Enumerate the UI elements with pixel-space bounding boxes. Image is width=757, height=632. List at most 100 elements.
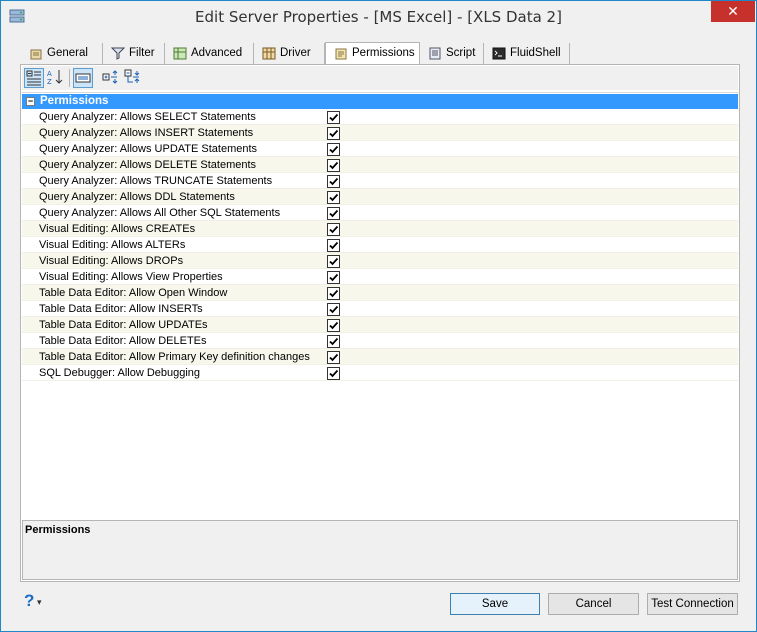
permission-checkbox[interactable]: [327, 207, 340, 220]
property-grid-toolbar: AZ: [22, 66, 738, 90]
permission-checkbox[interactable]: [327, 239, 340, 252]
collapse-all-icon: [124, 69, 140, 83]
tab-permissions[interactable]: Permissions: [325, 42, 420, 65]
tab-fluidshell[interactable]: FluidShell: [484, 43, 570, 64]
permission-checkbox[interactable]: [327, 335, 340, 348]
fluidshell-icon: [492, 47, 506, 60]
title-bar[interactable]: Edit Server Properties - [MS Excel] - [X…: [1, 1, 756, 33]
tab-bar: General Filter Advanced Driver Permissio…: [21, 42, 739, 65]
checkmark-icon: [329, 225, 339, 234]
tab-label: Advanced: [191, 47, 243, 59]
property-row[interactable]: Table Data Editor: Allow INSERTs: [22, 301, 738, 317]
toolbar-separator: [69, 69, 70, 87]
property-row[interactable]: Visual Editing: Allows CREATEs: [22, 221, 738, 237]
sort-alphabetical-button[interactable]: AZ: [46, 68, 66, 88]
property-row[interactable]: Query Analyzer: Allows TRUNCATE Statemen…: [22, 173, 738, 189]
property-row[interactable]: Table Data Editor: Allow Open Window: [22, 285, 738, 301]
property-row[interactable]: SQL Debugger: Allow Debugging: [22, 365, 738, 381]
tab-label: Driver: [280, 47, 311, 59]
property-row[interactable]: Query Analyzer: Allows DDL Statements: [22, 189, 738, 205]
permission-checkbox[interactable]: [327, 159, 340, 172]
property-pages-button[interactable]: [73, 68, 93, 88]
property-row[interactable]: Table Data Editor: Allow DELETEs: [22, 333, 738, 349]
property-name: Query Analyzer: Allows DELETE Statements: [39, 159, 257, 171]
property-grid: − Permissions Query Analyzer: Allows SEL…: [22, 92, 738, 518]
permission-checkbox[interactable]: [327, 175, 340, 188]
permission-checkbox[interactable]: [327, 127, 340, 140]
property-row[interactable]: Query Analyzer: Allows INSERT Statements: [22, 125, 738, 141]
tab-label: Script: [446, 47, 476, 59]
property-name: Query Analyzer: Allows TRUNCATE Statemen…: [39, 175, 273, 187]
tab-label: General: [47, 47, 88, 59]
property-row[interactable]: Table Data Editor: Allow UPDATEs: [22, 317, 738, 333]
permission-checkbox[interactable]: [327, 319, 340, 332]
test-connection-button[interactable]: Test Connection: [647, 593, 738, 615]
property-row[interactable]: Table Data Editor: Allow Primary Key def…: [22, 349, 738, 365]
script-icon: [429, 47, 441, 60]
permission-checkbox[interactable]: [327, 191, 340, 204]
checkmark-icon: [329, 113, 339, 122]
tab-general[interactable]: General: [21, 43, 103, 64]
property-row[interactable]: Query Analyzer: Allows All Other SQL Sta…: [22, 205, 738, 221]
permission-checkbox[interactable]: [327, 223, 340, 236]
tab-label: Permissions: [352, 47, 415, 59]
checkmark-icon: [329, 209, 339, 218]
property-name: Query Analyzer: Allows SELECT Statements: [39, 111, 256, 123]
checkmark-icon: [329, 289, 339, 298]
cancel-button[interactable]: Cancel: [548, 593, 639, 615]
permission-checkbox[interactable]: [327, 367, 340, 380]
expand-all-button[interactable]: [101, 68, 121, 88]
svg-text:A: A: [47, 70, 52, 78]
checkmark-icon: [329, 257, 339, 266]
save-button[interactable]: Save: [450, 593, 540, 615]
close-button[interactable]: ✕: [711, 1, 755, 22]
property-name: SQL Debugger: Allow Debugging: [39, 367, 201, 379]
permission-checkbox[interactable]: [327, 255, 340, 268]
checkmark-icon: [329, 241, 339, 250]
checkmark-icon: [329, 129, 339, 138]
property-row[interactable]: Query Analyzer: Allows UPDATE Statements: [22, 141, 738, 157]
advanced-icon: [173, 47, 187, 60]
collapse-all-button[interactable]: [123, 68, 143, 88]
checkmark-icon: [329, 305, 339, 314]
permission-checkbox[interactable]: [327, 303, 340, 316]
property-row[interactable]: Query Analyzer: Allows DELETE Statements: [22, 157, 738, 173]
property-name: Table Data Editor: Allow Primary Key def…: [39, 351, 310, 363]
checkmark-icon: [329, 273, 339, 282]
tab-driver[interactable]: Driver: [254, 43, 325, 64]
checkmark-icon: [329, 369, 339, 378]
property-row[interactable]: Visual Editing: Allows ALTERs: [22, 237, 738, 253]
checkmark-icon: [329, 337, 339, 346]
property-name: Visual Editing: Allows CREATEs: [39, 223, 196, 235]
property-row[interactable]: Visual Editing: Allows DROPs: [22, 253, 738, 269]
property-name: Visual Editing: Allows DROPs: [39, 255, 184, 267]
permission-checkbox[interactable]: [327, 287, 340, 300]
tab-filter[interactable]: Filter: [103, 43, 165, 64]
svg-text:Z: Z: [47, 78, 52, 86]
tab-label: Filter: [129, 47, 155, 59]
property-name: Query Analyzer: Allows INSERT Statements: [39, 127, 254, 139]
collapse-toggle-icon[interactable]: −: [26, 97, 35, 106]
category-row-permissions[interactable]: − Permissions: [22, 94, 738, 109]
permission-checkbox[interactable]: [327, 271, 340, 284]
property-row[interactable]: Visual Editing: Allows View Properties: [22, 269, 738, 285]
property-name: Query Analyzer: Allows UPDATE Statements: [39, 143, 258, 155]
sort-az-icon: AZ: [47, 70, 63, 86]
tab-script[interactable]: Script: [420, 43, 484, 64]
category-label: Permissions: [40, 95, 109, 107]
help-button[interactable]: ? ▾: [23, 591, 49, 611]
property-name: Visual Editing: Allows View Properties: [39, 271, 223, 283]
tab-advanced[interactable]: Advanced: [165, 43, 254, 64]
categorized-button[interactable]: [24, 68, 44, 88]
property-row[interactable]: Query Analyzer: Allows SELECT Statements: [22, 109, 738, 125]
property-name: Query Analyzer: Allows DDL Statements: [39, 191, 235, 203]
permission-checkbox[interactable]: [327, 351, 340, 364]
permission-checkbox[interactable]: [327, 111, 340, 124]
permission-checkbox[interactable]: [327, 143, 340, 156]
property-name: Table Data Editor: Allow INSERTs: [39, 303, 203, 315]
property-name: Table Data Editor: Allow Open Window: [39, 287, 228, 299]
permissions-icon: [335, 48, 347, 60]
description-pane: Permissions: [22, 520, 738, 580]
tab-label: FluidShell: [510, 47, 561, 59]
checkmark-icon: [329, 161, 339, 170]
